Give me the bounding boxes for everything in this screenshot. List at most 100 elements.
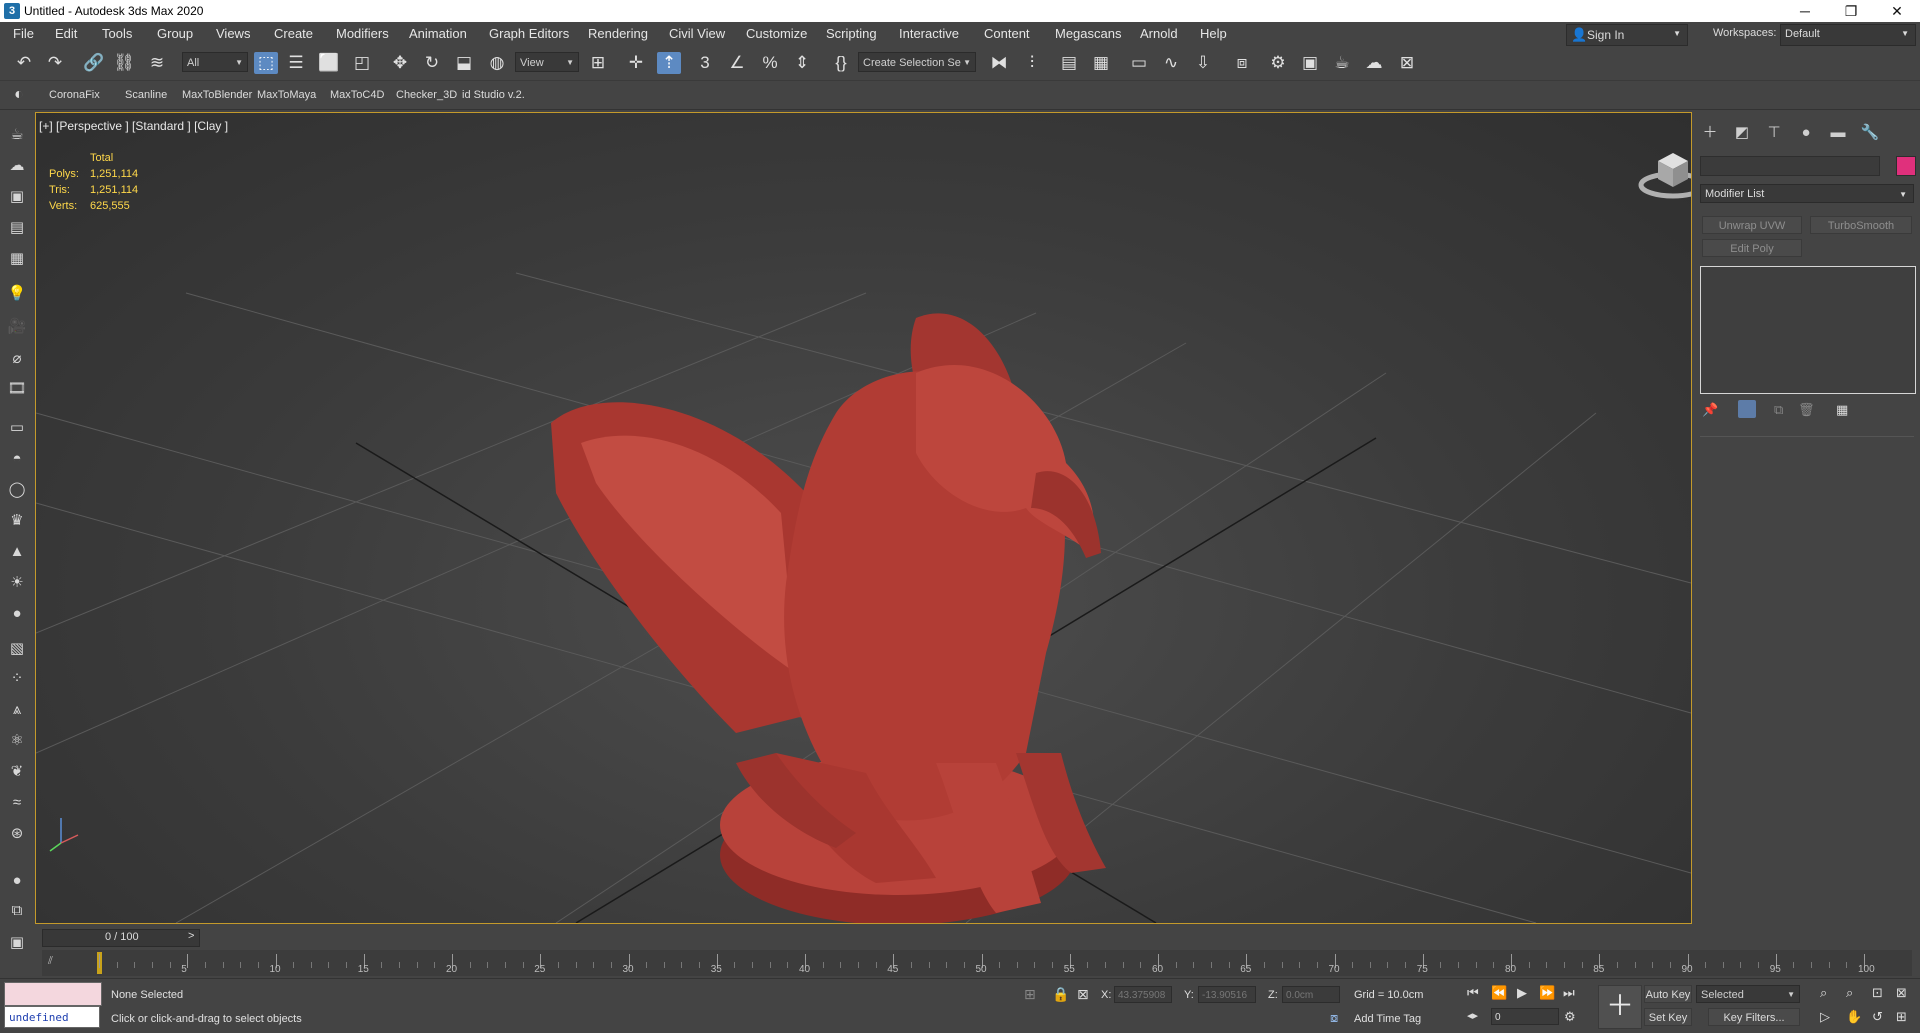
zoom-all-icon[interactable]: ⌕ [1846, 985, 1853, 1001]
percent-snap-icon[interactable]: % [758, 52, 782, 74]
menu-edit[interactable]: Edit [55, 26, 77, 41]
orbit-icon[interactable]: ↺ [1872, 1009, 1883, 1025]
viewcube[interactable] [1638, 143, 1691, 203]
menu-group[interactable]: Group [157, 26, 193, 41]
play-icon[interactable]: ▶ [1517, 985, 1527, 1001]
rectangular-selection-icon[interactable]: ⬜ [317, 52, 341, 74]
edit-poly-button[interactable]: Edit Poly [1702, 239, 1802, 257]
minimize-button[interactable]: ─ [1782, 0, 1828, 22]
utilities-tab-icon[interactable]: 🔧 [1858, 123, 1882, 143]
scale-icon[interactable]: ⬓ [452, 52, 476, 74]
link-icon[interactable]: 🔗 [82, 52, 106, 74]
render-production-icon[interactable]: ☕ [1330, 52, 1354, 74]
shelf-maxtoc4d[interactable]: MaxToC4D [330, 89, 384, 101]
schematic-view-icon[interactable]: ⇩ [1191, 52, 1215, 74]
add-time-tag[interactable]: Add Time Tag [1354, 1013, 1421, 1025]
table-icon[interactable]: ▦ [6, 248, 28, 270]
maxscript-listener-box[interactable] [4, 982, 102, 1006]
layer-explorer-icon[interactable]: ▦ [1089, 52, 1113, 74]
cone-icon[interactable]: ▲ [6, 541, 28, 563]
current-frame-field[interactable]: 0 [1491, 1008, 1559, 1025]
named-selection-dropdown[interactable]: Create Selection Se ▼ [858, 52, 976, 72]
unwrap-uvw-button[interactable]: Unwrap UVW [1702, 216, 1802, 234]
window-crossing-icon[interactable]: ◰ [350, 52, 374, 74]
z-coordinate-field[interactable]: 0.0cm [1282, 986, 1340, 1003]
menu-views[interactable]: Views [216, 26, 250, 41]
crown-icon[interactable]: ♛ [6, 510, 28, 532]
create-tab-icon[interactable]: ＋ [1698, 123, 1722, 143]
go-to-start-icon[interactable]: ⏮ [1467, 985, 1479, 1001]
key-filters-button[interactable]: Key Filters... [1708, 1008, 1800, 1026]
box-icon[interactable]: ▭ [6, 417, 28, 439]
plant-icon[interactable]: ❦ [6, 761, 28, 783]
teapot-icon[interactable]: ☕ [6, 124, 28, 146]
pan-view-icon[interactable]: ✋ [1846, 1009, 1862, 1025]
isolate-icon[interactable]: ⊞ [1024, 986, 1036, 1003]
render-shortcuts-icon[interactable]: ⊠ [1395, 52, 1419, 74]
set-key-button[interactable]: Set Key [1644, 1008, 1692, 1026]
dome-icon[interactable]: ◓ [6, 448, 28, 470]
hierarchy-tab-icon[interactable]: ⊤ [1762, 123, 1786, 143]
configure-modifier-sets-icon[interactable]: ▦ [1836, 402, 1848, 418]
film-icon[interactable]: 🎞 [6, 378, 28, 400]
layers-icon[interactable]: ⧉ [6, 900, 28, 922]
close-button[interactable]: ✕ [1874, 0, 1920, 22]
move-icon[interactable]: ✥ [388, 52, 412, 74]
lightbulb-icon[interactable]: 💡 [6, 283, 28, 305]
pivot-center-icon[interactable]: ⊞ [586, 52, 610, 74]
selection-lock-icon[interactable]: 🔒 [1052, 986, 1069, 1003]
menu-content[interactable]: Content [984, 26, 1030, 41]
object-color-swatch[interactable] [1896, 156, 1916, 176]
track-bar[interactable]: ⫽ 5 10 15 20 25 30 35 40 45 50 55 60 65 70 75 80 85 90 95 1… [42, 950, 1912, 976]
menu-create[interactable]: Create [274, 26, 313, 41]
menu-interactive[interactable]: Interactive [899, 26, 959, 41]
menu-help[interactable]: Help [1200, 26, 1227, 41]
zoom-icon[interactable]: ⌕ [1820, 985, 1827, 1001]
next-frame-arrow[interactable]: > [188, 930, 194, 942]
menu-customize[interactable]: Customize [746, 26, 807, 41]
maximize-button[interactable]: ❐ [1828, 0, 1874, 22]
mirror-icon[interactable]: ⧓ [987, 52, 1011, 74]
render-setup-icon[interactable]: ⚙ [1266, 52, 1290, 74]
curve-editor-mini-icon[interactable]: ⫽ [48, 955, 53, 968]
spinner-snap-icon[interactable]: ⇕ [790, 52, 814, 74]
shelf-maxtomaya[interactable]: MaxToMaya [257, 89, 316, 101]
time-slider[interactable]: 0 / 100 [42, 929, 200, 947]
x-coordinate-field[interactable]: 43.375908 [1114, 986, 1172, 1003]
sun-icon[interactable]: ☀ [6, 572, 28, 594]
document-icon[interactable]: ▤ [6, 217, 28, 239]
modifier-list-dropdown[interactable]: Modifier List ▼ [1700, 184, 1914, 203]
align-icon[interactable]: ⫶ [1020, 52, 1044, 74]
pyramid-icon[interactable]: ⩓ [6, 699, 28, 721]
select-object-icon[interactable]: ⬚ [254, 52, 278, 74]
y-coordinate-field[interactable]: -13.90516 [1198, 986, 1256, 1003]
menu-scripting[interactable]: Scripting [826, 26, 877, 41]
turbosmooth-button[interactable]: TurboSmooth [1810, 216, 1912, 234]
shelf-scanline[interactable]: Scanline [125, 89, 167, 101]
zoom-extents-all-icon[interactable]: ⊠ [1896, 985, 1907, 1001]
menu-civil-view[interactable]: Civil View [669, 26, 725, 41]
redo-icon[interactable]: ↷ [43, 52, 67, 74]
menu-graph-editors[interactable]: Graph Editors [489, 26, 569, 41]
show-end-result-icon[interactable] [1738, 400, 1756, 418]
go-to-end-icon[interactable]: ⏭ [1563, 985, 1575, 1001]
menu-rendering[interactable]: Rendering [588, 26, 648, 41]
hair-fur-icon[interactable]: ≈ [6, 792, 28, 814]
cloud-icon[interactable]: ☁ [6, 155, 28, 177]
rotate-icon[interactable]: ↻ [420, 52, 444, 74]
toggle-ribbon-icon[interactable]: ▭ [1127, 52, 1151, 74]
shelf-id-studio[interactable]: id Studio v.2. [462, 89, 525, 101]
material-editor-icon[interactable]: ⧈ [1230, 52, 1254, 74]
shelf-maxtoblender[interactable]: MaxToBlender [182, 89, 252, 101]
display-tab-icon[interactable]: ▬ [1826, 123, 1850, 143]
modify-tab-icon[interactable]: ◩ [1730, 123, 1754, 143]
frame-icon[interactable]: ▣ [6, 186, 28, 208]
material-ball-icon[interactable]: ● [6, 870, 28, 892]
previous-frame-icon[interactable]: ⏪ [1491, 985, 1507, 1001]
select-by-name-icon[interactable]: ☰ [284, 52, 308, 74]
edit-named-selection-icon[interactable]: {} [829, 52, 853, 74]
shelf-checker3d[interactable]: Checker_3D [396, 89, 457, 101]
undo-icon[interactable]: ↶ [12, 52, 36, 74]
snaps-toggle-icon[interactable]: 3 [693, 52, 717, 74]
shelf-coronafix[interactable]: CoronaFix [49, 89, 100, 101]
